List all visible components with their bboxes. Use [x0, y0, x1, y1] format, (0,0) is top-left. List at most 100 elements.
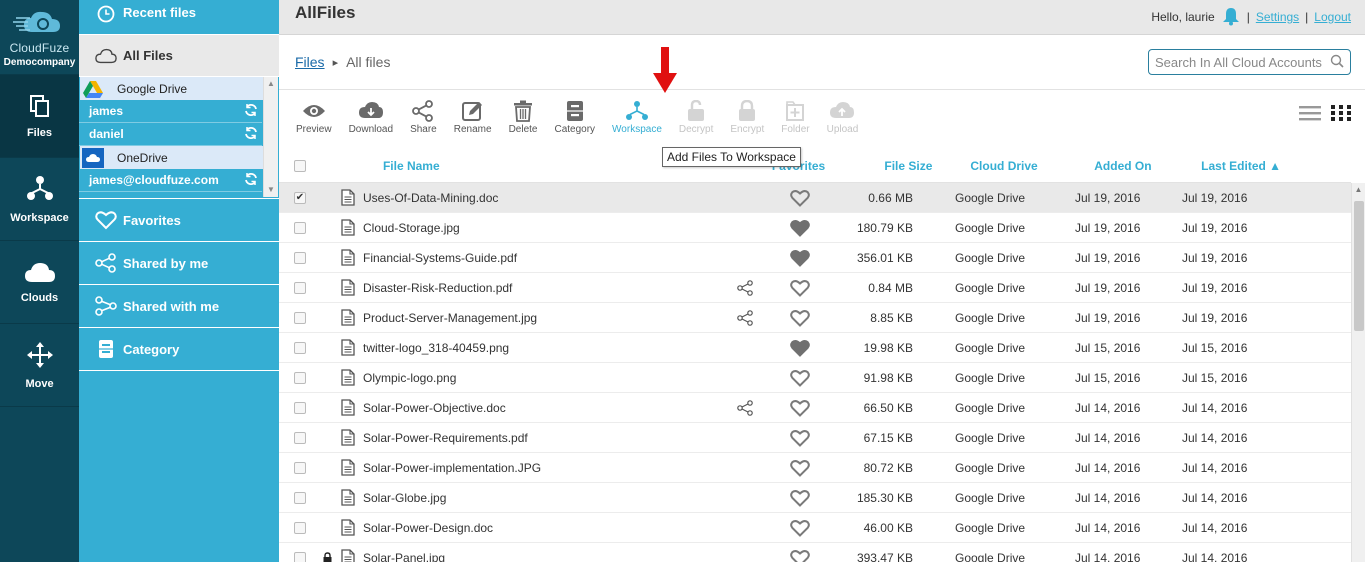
heart-icon[interactable] [775, 489, 825, 507]
workspace-button[interactable]: Workspace [612, 98, 662, 142]
table-scrollbar[interactable]: ▲ [1351, 183, 1365, 562]
rail-files[interactable]: Files [0, 75, 79, 158]
file-name[interactable]: Cloud-Storage.jpg [363, 221, 715, 235]
file-name[interactable]: Disaster-Risk-Reduction.pdf [363, 281, 715, 295]
col-last-edited[interactable]: Last Edited ▲ [1201, 159, 1351, 173]
settings-link[interactable]: Settings [1256, 10, 1299, 24]
account-item[interactable]: daniel [79, 123, 262, 146]
row-checkbox[interactable] [279, 341, 321, 354]
heart-icon[interactable] [775, 189, 825, 207]
heart-icon[interactable] [775, 249, 825, 267]
delete-button[interactable]: Delete [509, 98, 537, 142]
logout-link[interactable]: Logout [1314, 10, 1351, 24]
grid-view-icon[interactable] [1331, 104, 1351, 127]
row-checkbox[interactable]: ✔ [279, 191, 321, 204]
sidebar-shared-by-me[interactable]: Shared by me [79, 242, 279, 285]
file-name[interactable]: Product-Server-Management.jpg [363, 311, 715, 325]
heart-icon[interactable] [775, 279, 825, 297]
decrypt-button[interactable]: Decrypt [679, 98, 713, 142]
scroll-up-icon[interactable]: ▲ [1352, 183, 1365, 197]
table-row[interactable]: Solar-Power-implementation.JPG 80.72 KB Go… [279, 453, 1351, 483]
sidebar-recent-files[interactable]: Recent files [79, 0, 279, 35]
breadcrumb-files-link[interactable]: Files [295, 54, 325, 70]
download-button[interactable]: Download [349, 98, 393, 142]
sync-icon[interactable] [244, 126, 258, 143]
col-cloud-drive[interactable]: Cloud Drive [944, 159, 1094, 173]
file-name[interactable]: Solar-Globe.jpg [363, 491, 715, 505]
row-checkbox[interactable] [279, 401, 321, 414]
share-icon[interactable] [715, 309, 775, 326]
table-row[interactable]: Solar-Power-Design.doc 46.00 KB Google Dri… [279, 513, 1351, 543]
sync-icon[interactable] [244, 103, 258, 120]
row-checkbox[interactable] [279, 521, 321, 534]
account-item[interactable]: james@cloudfuze.com [79, 169, 262, 192]
table-row[interactable]: Disaster-Risk-Reduction.pdf 0.84 MB Google… [279, 273, 1351, 303]
table-row[interactable]: Financial-Systems-Guide.pdf 356.01 KB Goog… [279, 243, 1351, 273]
scroll-down-icon[interactable]: ▼ [264, 183, 278, 197]
file-name[interactable]: Solar-Power-Requirements.pdf [363, 431, 715, 445]
share-button[interactable]: Share [410, 98, 437, 142]
table-row[interactable]: Cloud-Storage.jpg 180.79 KB Google Drive Ju… [279, 213, 1351, 243]
search-icon[interactable] [1330, 54, 1344, 71]
upload-button[interactable]: Upload [827, 98, 858, 142]
table-row[interactable]: Solar-Panel.jpg 393.47 KB Google Drive Jul … [279, 543, 1351, 562]
row-checkbox[interactable] [279, 251, 321, 264]
sidebar-favorites[interactable]: Favorites [79, 199, 279, 242]
heart-icon[interactable] [775, 399, 825, 417]
row-checkbox[interactable] [279, 461, 321, 474]
rail-workspace[interactable]: Workspace [0, 158, 79, 241]
heart-icon[interactable] [775, 219, 825, 237]
row-checkbox[interactable] [279, 281, 321, 294]
file-name[interactable]: Uses-Of-Data-Mining.doc [363, 191, 715, 205]
heart-icon[interactable] [775, 369, 825, 387]
sidebar-category[interactable]: Category [79, 328, 279, 371]
file-name[interactable]: twitter-logo_318-40459.png [363, 341, 715, 355]
heart-icon[interactable] [775, 519, 825, 537]
drives-scrollbar[interactable]: ▲ ▼ [263, 77, 278, 197]
select-all-checkbox[interactable] [279, 160, 321, 172]
search-input[interactable]: Search In All Cloud Accounts [1148, 49, 1351, 75]
heart-icon[interactable] [775, 309, 825, 327]
file-name[interactable]: Solar-Power-Design.doc [363, 521, 715, 535]
list-view-icon[interactable] [1299, 104, 1321, 127]
sidebar-shared-with-me[interactable]: Shared with me [79, 285, 279, 328]
heart-icon[interactable] [775, 339, 825, 357]
sync-icon[interactable] [244, 172, 258, 189]
heart-icon[interactable] [775, 429, 825, 447]
share-icon[interactable] [715, 399, 775, 416]
file-name[interactable]: Solar-Power-Objective.doc [363, 401, 715, 415]
heart-icon[interactable] [775, 459, 825, 477]
category-button[interactable]: Category [554, 98, 595, 142]
bell-icon[interactable] [1221, 6, 1241, 29]
row-checkbox[interactable] [279, 371, 321, 384]
file-name[interactable]: Olympic-logo.png [363, 371, 715, 385]
col-file-size[interactable]: File Size [844, 159, 944, 173]
brand-logo[interactable]: CloudFuze Democompany [0, 0, 79, 75]
table-row[interactable]: Solar-Power-Requirements.pdf 67.15 KB Goog… [279, 423, 1351, 453]
heart-icon[interactable] [775, 549, 825, 562]
scroll-up-icon[interactable]: ▲ [264, 77, 278, 91]
new-folder-button[interactable]: Folder [781, 98, 810, 142]
table-row[interactable]: Olympic-logo.png 91.98 KB Google Drive Jul … [279, 363, 1351, 393]
drive-onedrive[interactable]: OneDrive [80, 146, 263, 169]
table-row[interactable]: Solar-Globe.jpg 185.30 KB Google Drive Jul … [279, 483, 1351, 513]
row-checkbox[interactable] [279, 311, 321, 324]
preview-button[interactable]: Preview [296, 98, 332, 142]
encrypt-button[interactable]: Encrypt [730, 98, 764, 142]
row-checkbox[interactable] [279, 431, 321, 444]
share-icon[interactable] [715, 279, 775, 296]
table-row[interactable]: Product-Server-Management.jpg 8.85 KB Goog… [279, 303, 1351, 333]
table-row[interactable]: Solar-Power-Objective.doc 66.50 KB Google … [279, 393, 1351, 423]
row-checkbox[interactable] [279, 491, 321, 504]
table-row[interactable]: twitter-logo_318-40459.png 19.98 KB Google… [279, 333, 1351, 363]
rename-button[interactable]: Rename [454, 98, 492, 142]
file-name[interactable]: Solar-Power-implementation.JPG [363, 461, 715, 475]
rail-clouds[interactable]: Clouds [0, 241, 79, 324]
table-row[interactable]: ✔ Uses-Of-Data-Mining.doc 0.66 MB Google Dr… [279, 183, 1351, 213]
row-checkbox[interactable] [279, 221, 321, 234]
file-name[interactable]: Financial-Systems-Guide.pdf [363, 251, 715, 265]
row-checkbox[interactable] [279, 551, 321, 562]
rail-move[interactable]: Move [0, 324, 79, 407]
col-added-on[interactable]: Added On [1094, 159, 1201, 173]
account-item[interactable]: james [79, 100, 262, 123]
